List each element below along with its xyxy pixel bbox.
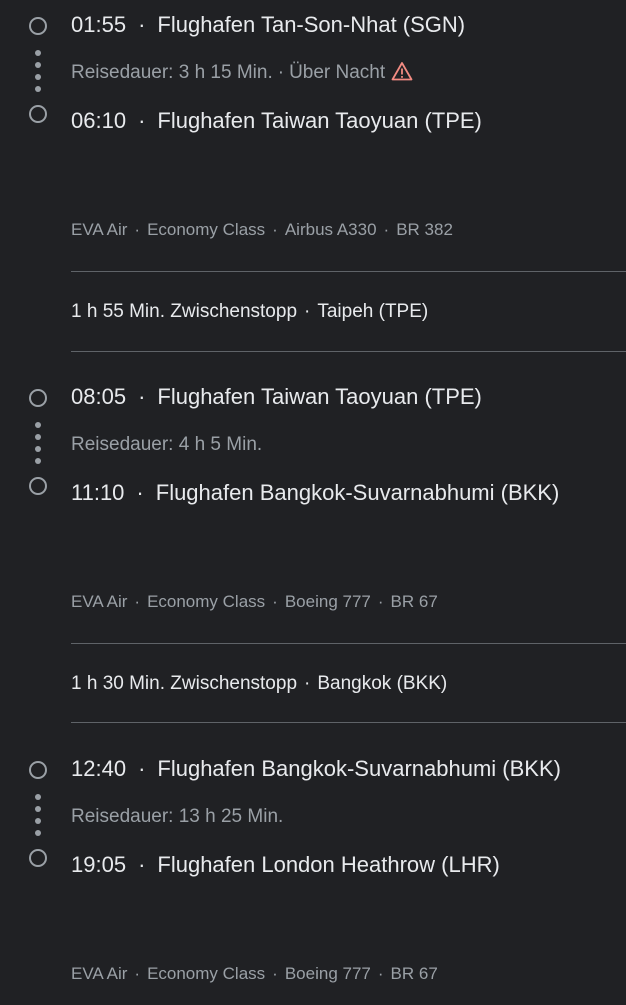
- separator: ·: [304, 301, 311, 322]
- divider: [71, 643, 626, 644]
- departure-circle-icon: [29, 389, 47, 407]
- arrival-row: 06:10 · Flughafen Taiwan Taoyuan (TPE): [71, 105, 482, 137]
- arrival-airport: Flughafen Taiwan Taoyuan (TPE): [157, 108, 482, 133]
- departure-time: 01:55: [71, 12, 127, 37]
- separator: ·: [138, 108, 146, 133]
- overnight-label: Über Nacht: [289, 62, 386, 83]
- timeline-dot: [35, 818, 41, 824]
- layover-place: Taipeh (TPE): [317, 301, 429, 322]
- flight-number: BR 67: [390, 964, 438, 983]
- separator: ·: [138, 12, 146, 37]
- aircraft: Airbus A330: [284, 220, 377, 239]
- airline: EVA Air: [71, 220, 128, 239]
- separator: ·: [272, 220, 278, 239]
- travel-duration: Reisedauer: 3 h 15 Min. · Über Nacht: [71, 60, 413, 89]
- separator: ·: [134, 964, 141, 983]
- arrival-airport: Flughafen London Heathrow (LHR): [157, 852, 500, 877]
- separator: ·: [272, 964, 278, 983]
- arrival-row: 11:10 · Flughafen Bangkok-Suvarnabhumi (BK…: [71, 477, 559, 509]
- flight-details: EVA Air · Economy Class · Airbus A330 · BR 382: [71, 218, 453, 242]
- aircraft: Boeing 777: [284, 964, 371, 983]
- timeline-dot: [35, 434, 41, 440]
- arrival-circle-icon: [29, 477, 47, 495]
- separator: ·: [136, 480, 144, 505]
- flight-number: BR 67: [390, 592, 438, 611]
- timeline-dot: [35, 62, 41, 68]
- duration-text: Reisedauer: 3 h 15 Min.: [71, 62, 273, 83]
- departure-circle-icon: [29, 761, 47, 779]
- timeline-dot: [35, 74, 41, 80]
- timeline-dot: [35, 806, 41, 812]
- arrival-time: 19:05: [71, 852, 127, 877]
- duration-text: Reisedauer: 4 h 5 Min.: [71, 434, 263, 455]
- timeline-dot: [35, 422, 41, 428]
- separator: ·: [272, 592, 278, 611]
- arrival-airport: Flughafen Bangkok-Suvarnabhumi (BKK): [155, 480, 560, 505]
- divider: [71, 351, 626, 352]
- cabin-class: Economy Class: [147, 592, 266, 611]
- departure-airport: Flughafen Taiwan Taoyuan (TPE): [157, 384, 482, 409]
- travel-duration: Reisedauer: 4 h 5 Min.: [71, 432, 262, 458]
- layover-place: Bangkok (BKK): [317, 673, 448, 694]
- separator: ·: [383, 220, 390, 239]
- departure-circle-icon: [29, 17, 47, 35]
- separator: ·: [304, 673, 311, 694]
- divider: [71, 722, 626, 723]
- separator: ·: [138, 852, 146, 877]
- layover-info: 1 h 30 Min. Zwischenstopp · Bangkok (BKK): [71, 671, 447, 697]
- separator: ·: [138, 384, 146, 409]
- timeline-dot: [35, 446, 41, 452]
- departure-airport: Flughafen Tan-Son-Nhat (SGN): [157, 12, 466, 37]
- timeline-dot: [35, 86, 41, 92]
- arrival-time: 06:10: [71, 108, 127, 133]
- separator: ·: [277, 62, 285, 83]
- departure-row: 08:05 · Flughafen Taiwan Taoyuan (TPE): [71, 381, 482, 413]
- timeline-dot: [35, 50, 41, 56]
- flight-number: BR 382: [396, 220, 453, 239]
- separator: ·: [377, 964, 384, 983]
- airline: EVA Air: [71, 592, 128, 611]
- arrival-circle-icon: [29, 105, 47, 123]
- separator: ·: [377, 592, 384, 611]
- flight-details: EVA Air · Economy Class · Boeing 777 · BR 67: [71, 590, 438, 614]
- aircraft: Boeing 777: [284, 592, 371, 611]
- separator: ·: [134, 592, 141, 611]
- arrival-row: 19:05 · Flughafen London Heathrow (LHR): [71, 849, 500, 881]
- departure-row: 12:40 · Flughafen Bangkok-Suvarnabhumi (BK…: [71, 753, 561, 785]
- divider: [71, 271, 626, 272]
- warning-triangle-icon: [391, 61, 413, 89]
- arrival-circle-icon: [29, 849, 47, 867]
- cabin-class: Economy Class: [147, 964, 266, 983]
- travel-duration: Reisedauer: 13 h 25 Min.: [71, 804, 283, 830]
- flight-details: EVA Air · Economy Class · Boeing 777 · BR 67: [71, 962, 438, 986]
- timeline-dot: [35, 830, 41, 836]
- timeline-dot: [35, 794, 41, 800]
- cabin-class: Economy Class: [147, 220, 266, 239]
- layover-info: 1 h 55 Min. Zwischenstopp · Taipeh (TPE): [71, 299, 428, 325]
- separator: ·: [134, 220, 141, 239]
- timeline-dot: [35, 458, 41, 464]
- layover-duration: 1 h 30 Min. Zwischenstopp: [71, 673, 298, 694]
- departure-row: 01:55 · Flughafen Tan-Son-Nhat (SGN): [71, 9, 465, 41]
- arrival-time: 11:10: [71, 480, 125, 505]
- departure-time: 08:05: [71, 384, 127, 409]
- airline: EVA Air: [71, 964, 128, 983]
- departure-airport: Flughafen Bangkok-Suvarnabhumi (BKK): [157, 756, 561, 781]
- departure-time: 12:40: [71, 756, 127, 781]
- separator: ·: [138, 756, 146, 781]
- layover-duration: 1 h 55 Min. Zwischenstopp: [71, 301, 298, 322]
- duration-text: Reisedauer: 13 h 25 Min.: [71, 806, 284, 827]
